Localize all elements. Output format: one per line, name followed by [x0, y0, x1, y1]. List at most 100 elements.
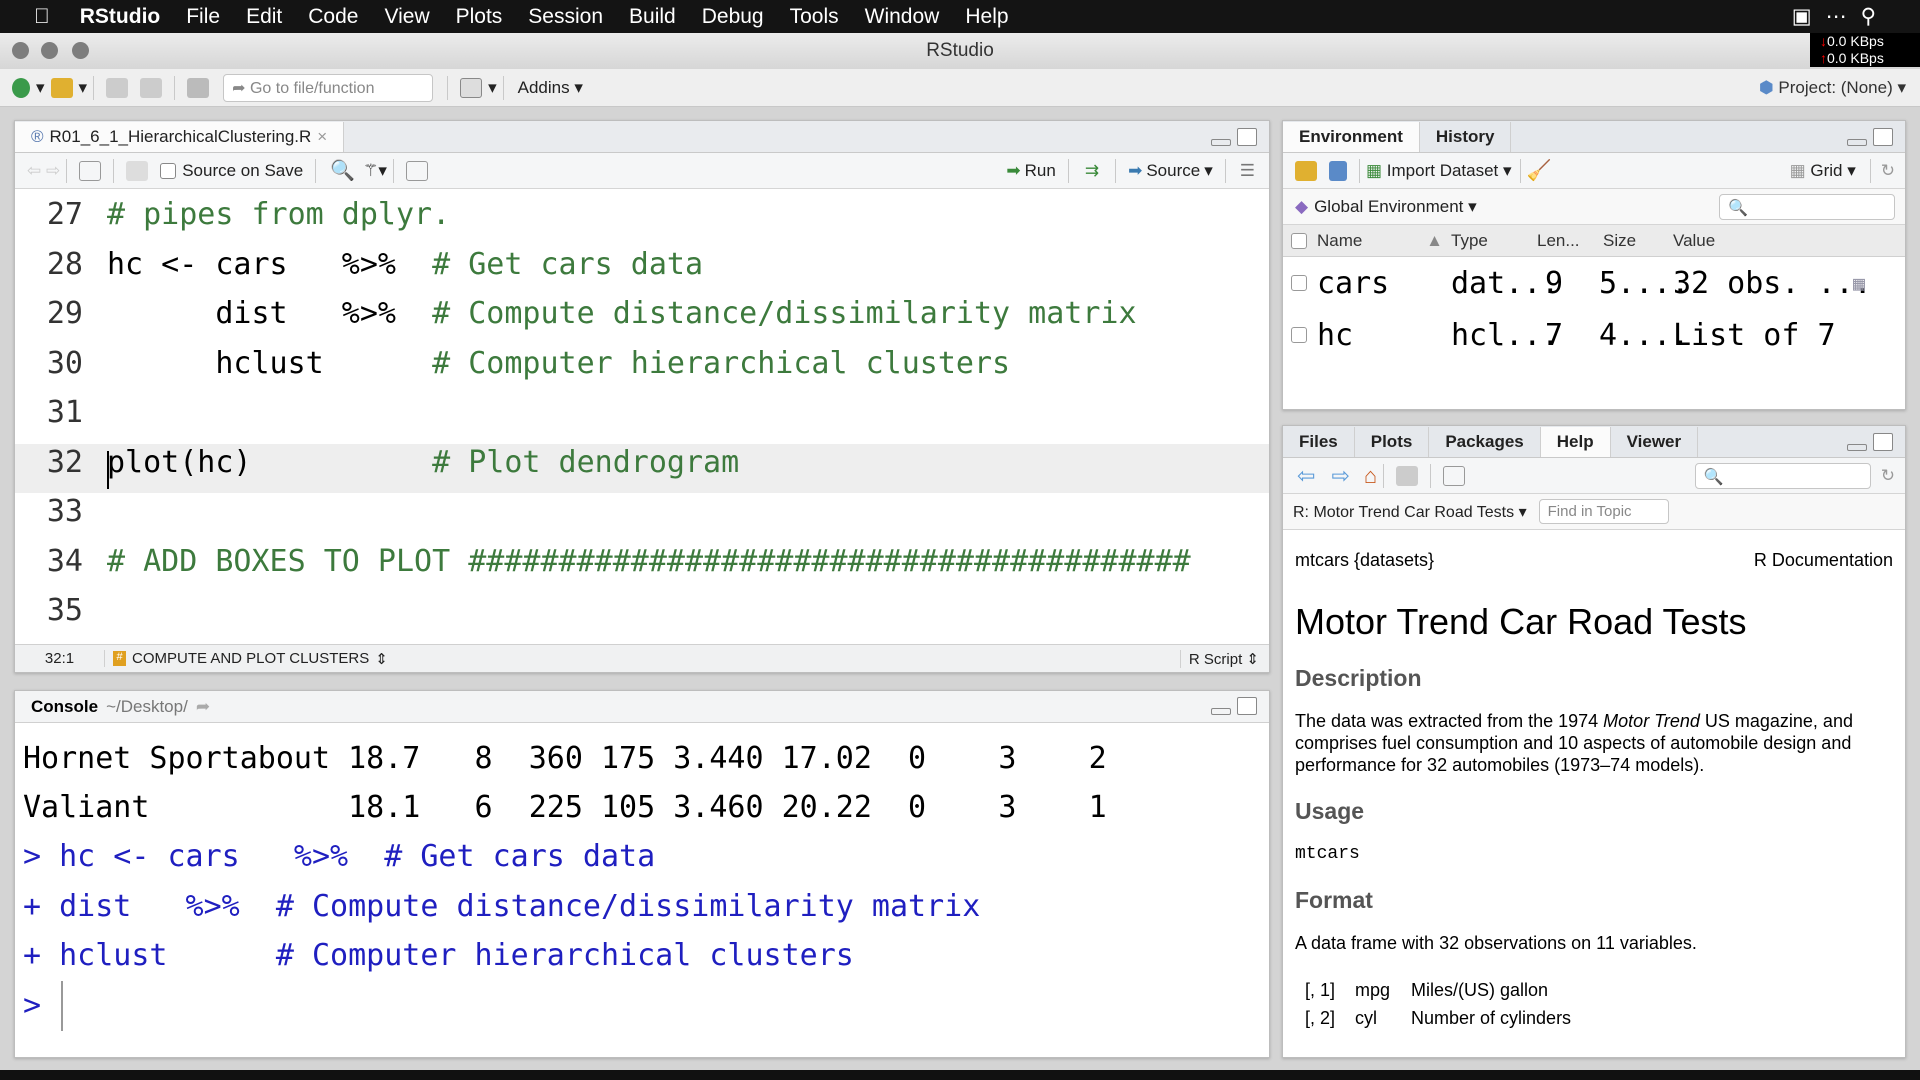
print-icon[interactable] [1396, 465, 1419, 486]
menu-help[interactable]: Help [965, 5, 1008, 29]
row-checkbox[interactable] [1291, 275, 1307, 291]
broom-icon[interactable]: 🧹 [1527, 158, 1552, 183]
addins-menu[interactable]: Addins ▾ [518, 78, 583, 98]
env-row[interactable]: cars dat... 9 5.... 32 obs. ... ▦ [1283, 257, 1905, 309]
section-label: COMPUTE AND PLOT CLUSTERS [132, 650, 370, 667]
environment-search[interactable]: 🔍 [1719, 193, 1895, 220]
tab-viewer[interactable]: Viewer [1611, 427, 1699, 457]
minimize-window-button[interactable] [41, 42, 58, 59]
save-workspace-icon[interactable] [1329, 160, 1347, 181]
refresh-icon[interactable]: ↻ [1881, 161, 1895, 181]
goto-file-input[interactable]: ➦ Go to file/function [223, 73, 434, 102]
save-icon[interactable] [106, 77, 129, 98]
code-text: dist %>% [107, 296, 433, 331]
apple-icon[interactable]:  [34, 5, 50, 29]
col-length[interactable]: Len... [1537, 231, 1603, 251]
editor-tab[interactable]: ® R01_6_1_HierarchicalClustering.R × [15, 122, 345, 152]
find-in-topic-input[interactable]: Find in Topic [1538, 499, 1669, 524]
refresh-icon[interactable]: ↻ [1881, 466, 1895, 486]
magic-wand-icon[interactable]: ⚚▾ [363, 161, 387, 181]
tab-packages[interactable]: Packages [1429, 427, 1541, 457]
line-number: 28 [46, 246, 83, 282]
env-row[interactable]: hc hcl... 7 4.... List of 7 [1283, 309, 1905, 361]
grid-view-button[interactable]: ▦ Grid ▾ [1790, 161, 1856, 181]
menu-code[interactable]: Code [308, 5, 358, 29]
menu-file[interactable]: File [186, 5, 220, 29]
editor-statusbar: 32:1 # COMPUTE AND PLOT CLUSTERS ⇕ R Scri… [15, 644, 1269, 672]
save-all-icon[interactable] [140, 77, 163, 98]
env-name: hc [1317, 317, 1354, 353]
menu-app[interactable]: RStudio [80, 5, 160, 29]
tab-help[interactable]: Help [1540, 427, 1611, 457]
col-type[interactable]: Type [1443, 231, 1537, 251]
menu-debug[interactable]: Debug [702, 5, 764, 29]
menu-window[interactable]: Window [865, 5, 940, 29]
console-output[interactable]: Hornet 4 Drive 21.4 6 258 110 3.215 19.4… [15, 723, 1269, 1057]
source-button[interactable]: ➡ Source ▾ [1128, 161, 1213, 181]
pane-controls[interactable] [1211, 697, 1257, 715]
code-editor[interactable]: 27 # pipes from dplyr. 28 hc <- cars %>% # … [15, 189, 1269, 637]
col-size[interactable]: Size [1603, 231, 1673, 251]
rerun-icon[interactable]: ⇉ [1085, 161, 1099, 181]
net-down: 0.0 KBps [1827, 33, 1884, 49]
help-description: The data was extracted from the 1974 Mot… [1295, 710, 1893, 776]
console-prompt[interactable]: > [23, 988, 41, 1023]
goto-dir-icon[interactable]: ➦ [196, 697, 210, 717]
col-name-label: Name [1317, 230, 1363, 250]
open-file-icon[interactable] [50, 77, 73, 98]
save-icon[interactable] [126, 160, 149, 181]
status-icons[interactable]: ▣⋯⚲ [1792, 4, 1890, 29]
file-type-selector[interactable]: R Script ⇕ [1179, 649, 1259, 668]
show-in-window-icon[interactable] [79, 160, 102, 181]
print-icon[interactable] [187, 77, 210, 98]
help-usage: mtcars [1295, 844, 1360, 864]
load-workspace-icon[interactable] [1295, 160, 1317, 181]
section-navigator[interactable]: # COMPUTE AND PLOT CLUSTERS ⇕ [113, 650, 388, 668]
menu-view[interactable]: View [384, 5, 429, 29]
import-dataset-button[interactable]: ▦ Import Dataset ▾ [1366, 161, 1512, 181]
r-file-icon: ® [31, 127, 44, 146]
col-name[interactable]: Name ▲ [1317, 231, 1443, 251]
zoom-window-button[interactable] [72, 42, 89, 59]
home-icon[interactable]: ⌂ [1364, 463, 1377, 489]
console-path[interactable]: ~/Desktop/ [106, 697, 188, 717]
menu-session[interactable]: Session [528, 5, 603, 29]
compile-report-icon[interactable] [405, 160, 428, 181]
forward-icon[interactable]: ⇨ [1331, 463, 1349, 489]
select-all-checkbox[interactable] [1291, 232, 1307, 249]
help-search[interactable]: 🔍 [1694, 462, 1871, 489]
close-window-button[interactable] [12, 42, 29, 59]
console-pane: Console ~/Desktop/ ➦ Hornet 4 Drive 21.4… [14, 690, 1270, 1058]
show-in-window-icon[interactable] [1443, 465, 1466, 486]
pane-controls[interactable] [1211, 128, 1257, 146]
tab-history[interactable]: History [1420, 122, 1512, 152]
menu-tools[interactable]: Tools [790, 5, 839, 29]
back-forward-icon[interactable]: ⇦ ⇨ [27, 161, 60, 181]
new-file-icon[interactable] [12, 77, 30, 98]
back-icon[interactable]: ⇦ [1297, 463, 1315, 489]
menu-plots[interactable]: Plots [456, 5, 503, 29]
tab-environment[interactable]: Environment [1283, 122, 1420, 152]
topic-selector[interactable]: R: Motor Trend Car Road Tests ▾ [1293, 502, 1527, 522]
tab-plots[interactable]: Plots [1355, 427, 1430, 457]
search-icon[interactable]: 🔍 [330, 158, 355, 183]
tab-files[interactable]: Files [1283, 427, 1355, 457]
line-number: 33 [46, 494, 83, 529]
close-tab-icon[interactable]: × [317, 122, 327, 152]
pane-controls[interactable] [1847, 128, 1893, 146]
layout-grid-icon[interactable] [460, 77, 483, 98]
menu-build[interactable]: Build [629, 5, 676, 29]
source-on-save-checkbox[interactable]: Source on Save [160, 161, 303, 181]
outline-icon[interactable]: ☰ [1240, 161, 1255, 181]
row-checkbox[interactable] [1291, 327, 1307, 343]
run-button[interactable]: ➡ Run [1006, 161, 1055, 181]
menu-edit[interactable]: Edit [246, 5, 282, 29]
var-idx: [, 2] [1305, 1008, 1336, 1028]
line-number: 29 [46, 296, 83, 331]
env-len: 7 [1545, 317, 1564, 353]
col-value[interactable]: Value [1673, 231, 1715, 251]
scope-selector[interactable]: Global Environment ▾ [1314, 197, 1477, 217]
view-data-icon[interactable]: ▦ [1853, 271, 1865, 295]
project-menu[interactable]: ⬢ Project: (None) ▾ [1759, 78, 1906, 98]
pane-controls[interactable] [1847, 433, 1893, 451]
